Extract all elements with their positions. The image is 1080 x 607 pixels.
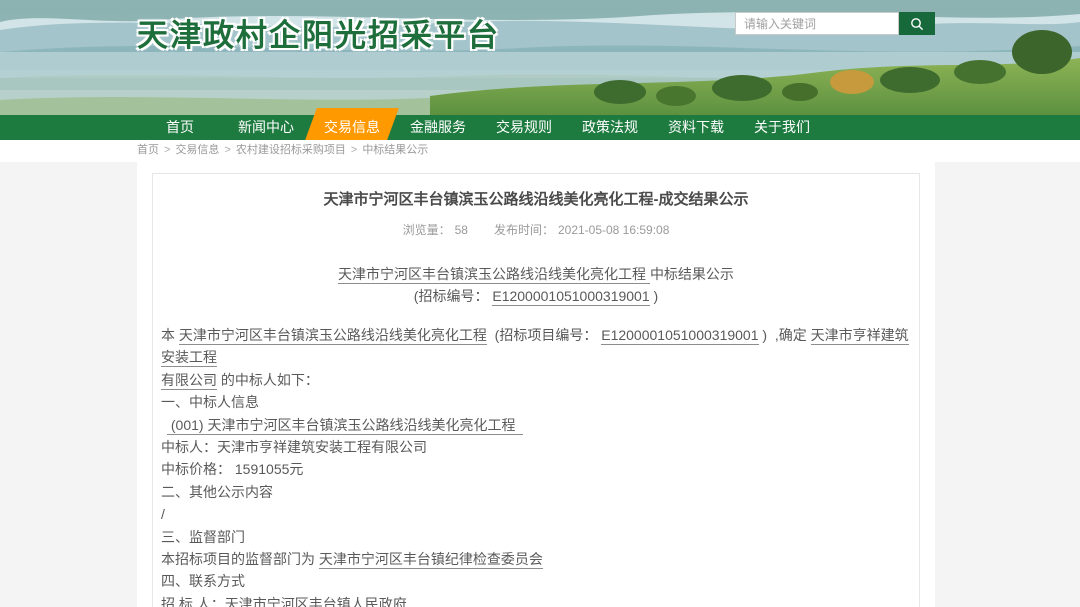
section-1-title: 一、中标人信息 bbox=[161, 391, 911, 413]
views-label: 浏览量： bbox=[403, 223, 451, 237]
lot-001-project: (001) 天津市宁河区丰台镇滨玉公路线沿线美化亮化工程 bbox=[167, 417, 523, 435]
bidder-name: 天津市宁河区丰台镇人民政府 bbox=[225, 596, 407, 607]
supervision-department: 天津市宁河区丰台镇纪律检查委员会 bbox=[319, 551, 543, 569]
article-body: 本 天津市宁河区丰台镇滨玉公路线沿线美化亮化工程 (招标项目编号： E12000… bbox=[161, 324, 911, 607]
tender-number-label: (招标编号： bbox=[414, 288, 493, 304]
nav-item-policy[interactable]: 政策法规 bbox=[567, 115, 653, 140]
paragraph-line-1: 本 天津市宁河区丰台镇滨玉公路线沿线美化亮化工程 (招标项目编号： E12000… bbox=[161, 324, 911, 369]
project-code: E1200001051000319001 bbox=[601, 327, 758, 345]
winner-name: 天津市亨祥建筑安装工程有限公司 bbox=[217, 439, 427, 455]
breadcrumb-separator: > bbox=[351, 144, 357, 156]
project-name: 天津市宁河区丰台镇滨玉公路线沿线美化亮化工程 bbox=[179, 327, 487, 345]
section-4-title: 四、联系方式 bbox=[161, 570, 911, 592]
site-banner: 天津政村企阳光招采平台 bbox=[0, 0, 1080, 115]
winner-label: 中标人： bbox=[161, 439, 217, 455]
tender-number: E1200001051000319001 bbox=[492, 288, 649, 306]
price-value: 1591055元 bbox=[231, 461, 303, 477]
nav-item-about[interactable]: 关于我们 bbox=[739, 115, 825, 140]
winner-line: 中标人：天津市亨祥建筑安装工程有限公司 bbox=[161, 436, 911, 458]
price-label: 中标价格： bbox=[161, 461, 231, 477]
views-count: 58 bbox=[455, 223, 468, 237]
search-icon bbox=[909, 16, 925, 32]
section-2-content: / bbox=[161, 503, 911, 525]
breadcrumb-trade-info[interactable]: 交易信息 bbox=[175, 144, 219, 156]
publish-time: 2021-05-08 16:59:08 bbox=[558, 223, 669, 237]
nav-item-downloads[interactable]: 资料下载 bbox=[653, 115, 739, 140]
nav-item-finance[interactable]: 金融服务 bbox=[395, 115, 481, 140]
search-bar bbox=[735, 12, 935, 35]
section-2-title: 二、其他公示内容 bbox=[161, 481, 911, 503]
paragraph-line-2: 有限公司 的中标人如下： bbox=[161, 369, 911, 391]
breadcrumb-rural-projects[interactable]: 农村建设招标采购项目 bbox=[236, 144, 346, 156]
breadcrumb-home[interactable]: 首页 bbox=[137, 144, 159, 156]
nav-item-rules[interactable]: 交易规则 bbox=[481, 115, 567, 140]
section-3-title: 三、监督部门 bbox=[161, 526, 911, 548]
document-title-project: 天津市宁河区丰台镇滨玉公路线沿线美化亮化工程 bbox=[338, 266, 650, 284]
article-title: 天津市宁河区丰台镇滨玉公路线沿线美化亮化工程-成交结果公示 bbox=[161, 190, 911, 210]
breadcrumb-separator: > bbox=[224, 144, 230, 156]
breadcrumb-separator: > bbox=[164, 144, 170, 156]
main-area: 天津市宁河区丰台镇滨玉公路线沿线美化亮化工程-成交结果公示 浏览量： 58 发布时间… bbox=[0, 162, 1080, 607]
search-input[interactable] bbox=[735, 12, 899, 35]
nav-item-home[interactable]: 首页 bbox=[137, 115, 223, 140]
content-container: 天津市宁河区丰台镇滨玉公路线沿线美化亮化工程-成交结果公示 浏览量： 58 发布时间… bbox=[137, 162, 935, 607]
nav-item-trade-info[interactable]: 交易信息 bbox=[309, 115, 395, 140]
document-title: 天津市宁河区丰台镇滨玉公路线沿线美化亮化工程 中标结果公示 bbox=[161, 263, 911, 285]
tender-number-line: (招标编号： E1200001051000319001 ) bbox=[161, 285, 911, 307]
section-1-item: (001) 天津市宁河区丰台镇滨玉公路线沿线美化亮化工程 bbox=[161, 414, 911, 436]
bidder-label: 招 标 人： bbox=[161, 596, 225, 607]
main-nav: 首页 新闻中心 交易信息 金融服务 交易规则 政策法规 资料下载 关于我们 bbox=[0, 115, 1080, 140]
publish-time-label: 发布时间： bbox=[494, 223, 554, 237]
article-meta: 浏览量： 58 发布时间： 2021-05-08 16:59:08 bbox=[161, 221, 911, 238]
breadcrumb-result-announcement[interactable]: 中标结果公示 bbox=[362, 144, 428, 156]
price-line: 中标价格： 1591055元 bbox=[161, 458, 911, 480]
search-button[interactable] bbox=[899, 12, 935, 35]
nav-item-news[interactable]: 新闻中心 bbox=[223, 115, 309, 140]
nav-items: 首页 新闻中心 交易信息 金融服务 交易规则 政策法规 资料下载 关于我们 bbox=[137, 115, 825, 140]
bidder-line: 招 标 人：天津市宁河区丰台镇人民政府 bbox=[161, 593, 911, 607]
company-name-part2: 有限公司 bbox=[161, 372, 217, 390]
supervision-line: 本招标项目的监督部门为 天津市宁河区丰台镇纪律检查委员会 bbox=[161, 548, 911, 570]
article-card: 天津市宁河区丰台镇滨玉公路线沿线美化亮化工程-成交结果公示 浏览量： 58 发布时间… bbox=[152, 173, 920, 607]
breadcrumb: 首页 > 交易信息 > 农村建设招标采购项目 > 中标结果公示 bbox=[0, 140, 1080, 162]
site-title: 天津政村企阳光招采平台 bbox=[137, 10, 500, 55]
